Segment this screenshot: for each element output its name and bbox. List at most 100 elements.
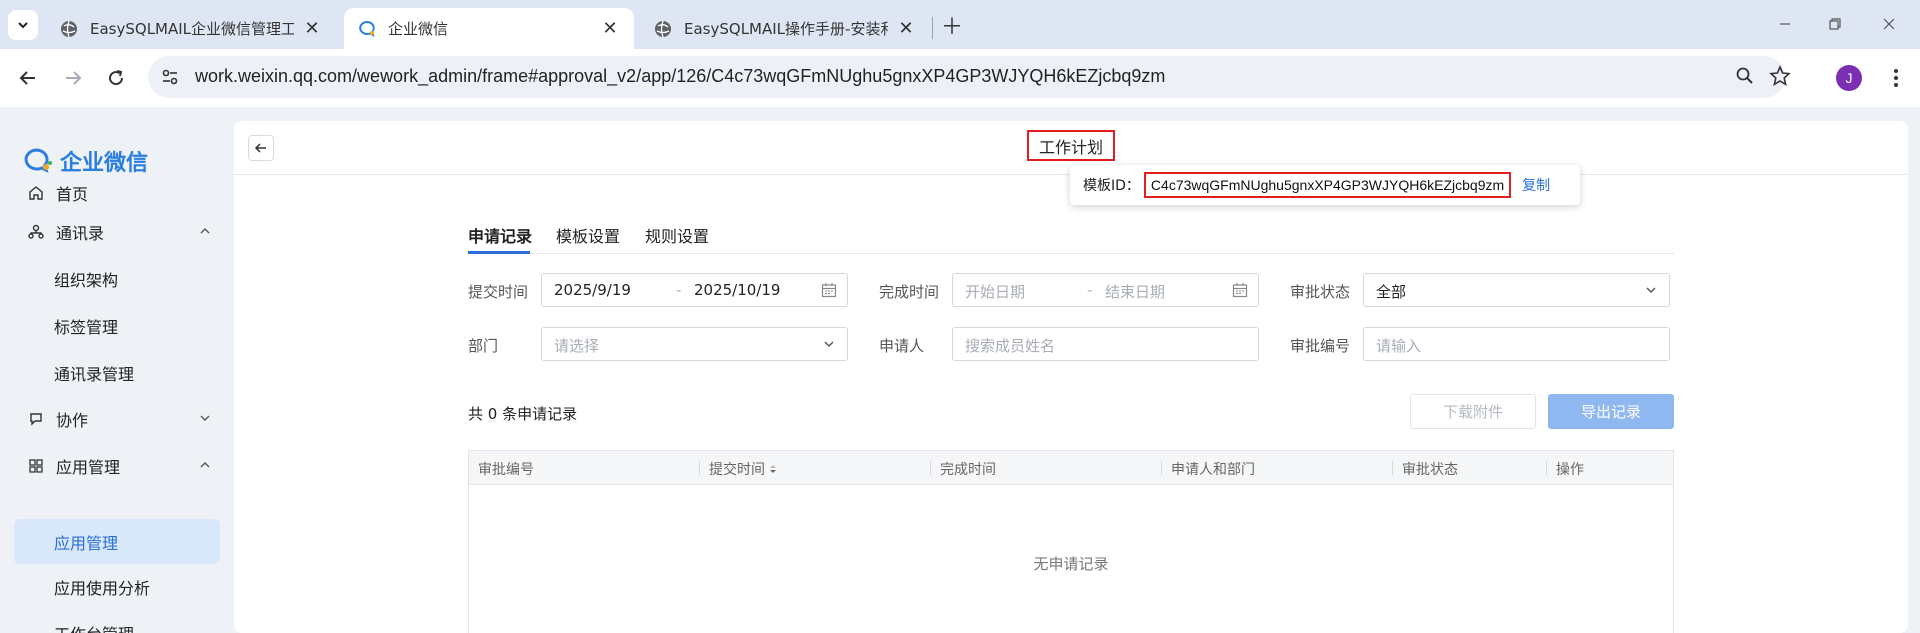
reload-icon — [109, 70, 124, 86]
chevron-down-icon — [1646, 287, 1656, 293]
copy-link[interactable]: 复制 — [1522, 175, 1550, 195]
sidebar-item-label: 协作 — [56, 411, 89, 430]
arrow-right-icon — [66, 71, 82, 85]
profile-avatar[interactable]: J — [1836, 65, 1862, 91]
submit-time-range[interactable]: 2025/9/19 - 2025/10/19 — [541, 273, 848, 307]
sidebar-item-app-usage[interactable]: 应用使用分析 — [14, 565, 220, 609]
chevron-up-icon — [200, 228, 210, 234]
close-icon[interactable]: ✕ — [302, 18, 322, 39]
sidebar-item-contacts-mgmt[interactable]: 通讯录管理 — [14, 351, 220, 395]
department-label: 部门 — [468, 337, 499, 355]
tab-template-settings[interactable]: 模板设置 — [556, 223, 620, 247]
close-icon[interactable]: ✕ — [896, 18, 916, 39]
close-icon[interactable]: ✕ — [600, 18, 620, 39]
complete-time-start: 开始日期 — [965, 283, 1026, 301]
tab-easysqlmail-manual[interactable]: EasySQLMAIL操作手册-安装和 ✕ — [640, 8, 930, 49]
sidebar-item-label: 标签管理 — [54, 318, 119, 337]
avatar-initial: J — [1845, 70, 1853, 86]
tab-rule-settings[interactable]: 规则设置 — [645, 223, 709, 247]
sidebar-item-label: 应用管理 — [56, 458, 121, 477]
new-tab-button[interactable]: ＋ — [938, 11, 966, 40]
sidebar-item-label: 通讯录 — [56, 224, 105, 243]
site-info-icon[interactable] — [160, 67, 180, 87]
back-button[interactable] — [12, 62, 44, 94]
content-tabs: 申请记录 模板设置 规则设置 — [468, 211, 1674, 254]
globe-icon — [61, 20, 77, 37]
collab-icon — [26, 409, 46, 429]
apps-icon — [26, 456, 46, 476]
chevron-down-icon — [18, 22, 28, 29]
sidebar-item-label: 通讯录管理 — [54, 365, 135, 384]
approval-no-input[interactable]: 请输入 — [1363, 327, 1670, 361]
sidebar-item-tags[interactable]: 标签管理 — [14, 304, 220, 348]
sidebar-item-workbench[interactable]: 工作台管理 — [14, 611, 220, 633]
url-text[interactable]: work.weixin.qq.com/wework_admin/frame#ap… — [195, 66, 1165, 87]
sidebar-item-label: 应用使用分析 — [54, 579, 151, 598]
chevron-down-icon — [824, 341, 834, 347]
minimize-icon — [1780, 23, 1790, 25]
table-header: 审批编号 提交时间 完成时间 申请人和部门 审批状态 操作 — [469, 451, 1673, 485]
template-id-popover: 模板ID： C4c73wqGFmNUghu5gnxXP4GP3WJYQH6kEZ… — [1070, 165, 1580, 205]
browser-tabbar: EasySQLMAIL企业微信管理工具 ✕ 企业微信 ✕ EasySQLMAIL… — [0, 0, 1920, 49]
globe-icon — [655, 20, 671, 37]
applicant-label: 申请人 — [879, 337, 925, 355]
sidebar-item-home[interactable]: 首页 — [14, 171, 220, 215]
zoom-icon[interactable] — [1735, 66, 1755, 86]
sidebar-item-org-structure[interactable]: 组织架构 — [14, 257, 220, 301]
complete-time-range[interactable]: 开始日期 - 结束日期 — [952, 273, 1259, 307]
tab-title: EasySQLMAIL企业微信管理工具 — [90, 20, 294, 38]
more-vertical-icon — [1894, 69, 1898, 87]
org-icon — [26, 222, 46, 242]
record-count: 共 0 条申请记录 — [468, 405, 578, 423]
submit-time-start: 2025/9/19 — [554, 281, 631, 299]
reload-button[interactable] — [100, 62, 132, 94]
sidebar-item-label: 首页 — [56, 185, 89, 204]
minimize-button[interactable] — [1762, 10, 1808, 38]
status-select[interactable]: 全部 — [1363, 273, 1670, 307]
chevron-down-icon — [200, 415, 210, 421]
wework-logo-icon — [359, 20, 375, 37]
sidebar-item-label: 组织架构 — [54, 271, 119, 290]
restore-icon — [1829, 18, 1841, 30]
back-button[interactable] — [248, 135, 274, 161]
tab-records[interactable]: 申请记录 — [468, 223, 532, 247]
arrow-left-icon — [19, 71, 35, 85]
browser-menu-button[interactable] — [1886, 63, 1906, 93]
tab-search-button[interactable] — [8, 10, 38, 40]
sidebar-item-label: 应用管理 — [54, 533, 119, 553]
sort-icon[interactable] — [768, 462, 778, 476]
tab-wework[interactable]: 企业微信 ✕ — [344, 8, 634, 49]
col-status[interactable]: 审批状态 — [1402, 459, 1458, 479]
records-table: 审批编号 提交时间 完成时间 申请人和部门 审批状态 操作 无申请记录 — [468, 450, 1674, 633]
department-select[interactable]: 请选择 — [541, 327, 848, 361]
home-icon — [26, 183, 46, 203]
close-icon — [1883, 18, 1895, 30]
col-approval-no[interactable]: 审批编号 — [478, 459, 534, 479]
col-submit-time-label: 提交时间 — [709, 462, 765, 478]
restore-button[interactable] — [1812, 10, 1858, 38]
sidebar-item-app-mgmt-sub[interactable]: 应用管理 — [14, 519, 220, 564]
calendar-icon — [1232, 283, 1248, 298]
download-attachments-button[interactable]: 下载附件 — [1410, 394, 1536, 429]
tab-easysqlmail-tool[interactable]: EasySQLMAIL企业微信管理工具 ✕ — [46, 8, 336, 49]
forward-button[interactable] — [57, 62, 89, 94]
page: 企业微信 首页 通讯录 组织架构 标签管理 通讯录管理 协作 应用管理 应用管理… — [0, 107, 1920, 633]
chevron-up-icon — [200, 462, 210, 468]
template-id-label: 模板ID： — [1083, 178, 1140, 194]
department-placeholder: 请选择 — [554, 337, 600, 355]
bookmark-star-icon[interactable] — [1769, 65, 1791, 87]
close-window-button[interactable] — [1866, 10, 1912, 38]
sidebar-item-collab[interactable]: 协作 — [14, 397, 220, 441]
applicant-input[interactable]: 搜索成员姓名 — [952, 327, 1259, 361]
col-applicant-dept[interactable]: 申请人和部门 — [1171, 459, 1255, 479]
col-complete-time[interactable]: 完成时间 — [940, 459, 996, 479]
arrow-left-icon — [254, 143, 266, 153]
template-id-value[interactable]: C4c73wqGFmNUghu5gnxXP4GP3WJYQH6kEZjcbq9z… — [1143, 172, 1512, 198]
approval-no-label: 审批编号 — [1290, 337, 1351, 355]
address-bar[interactable]: work.weixin.qq.com/wework_admin/frame#ap… — [148, 56, 1791, 98]
col-submit-time[interactable]: 提交时间 — [709, 459, 778, 479]
export-records-button[interactable]: 导出记录 — [1548, 394, 1674, 429]
sidebar-item-app-mgmt[interactable]: 应用管理 — [14, 444, 220, 488]
sidebar-item-contacts[interactable]: 通讯录 — [14, 210, 220, 254]
tab-title: 企业微信 — [388, 20, 449, 38]
